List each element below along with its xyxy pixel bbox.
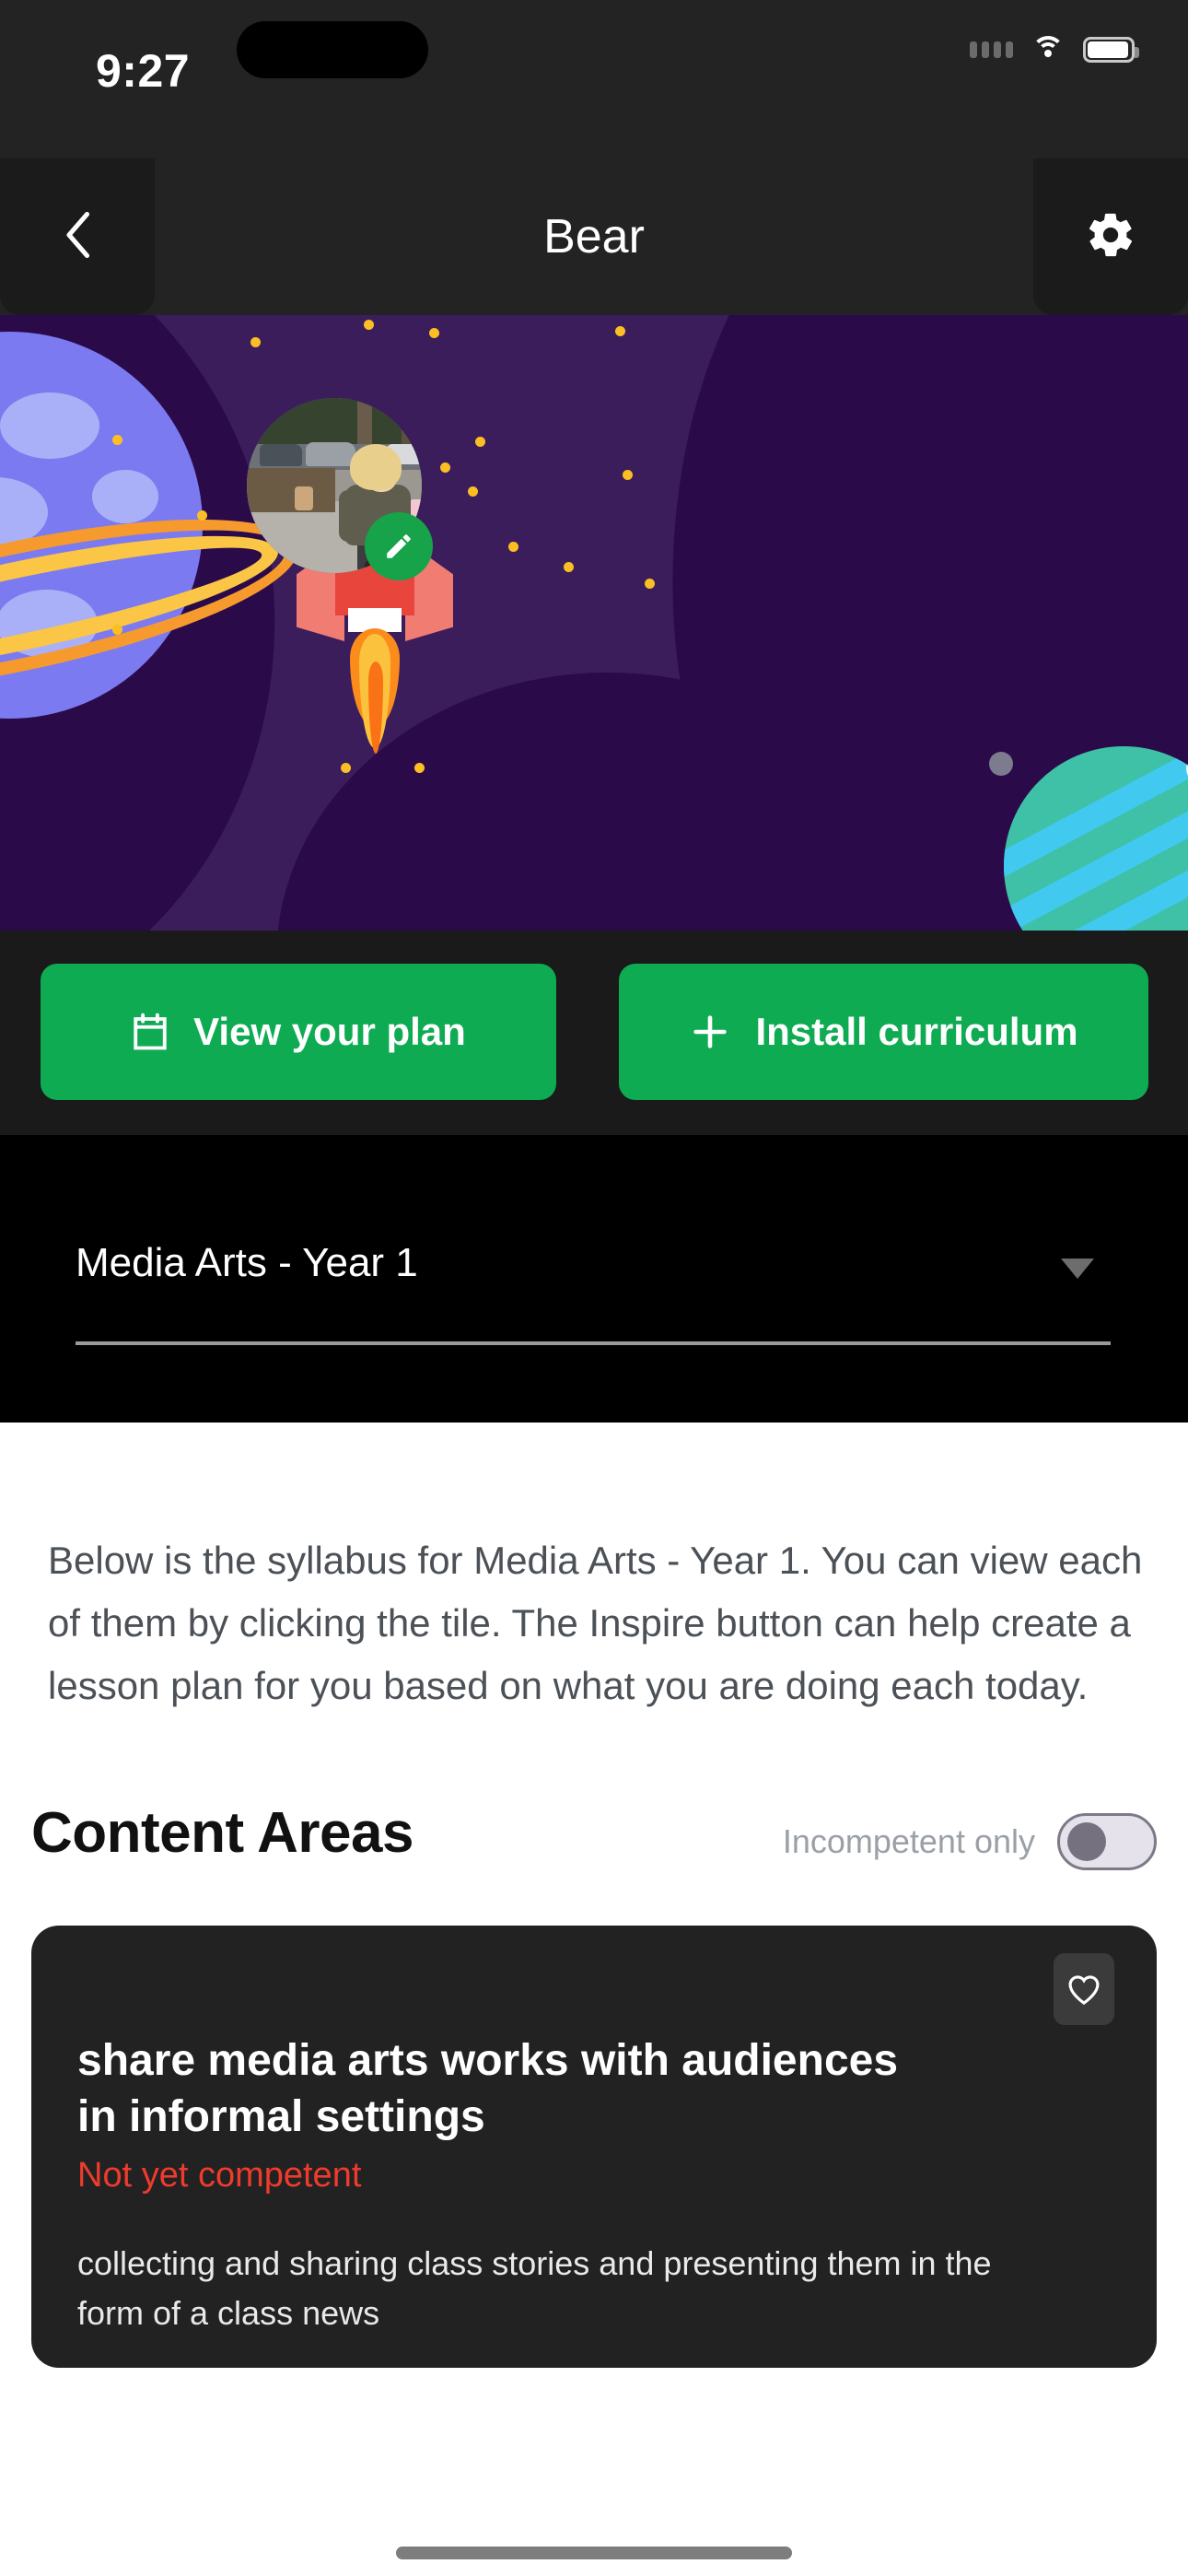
card-title: share media arts works with audiences in… bbox=[77, 2036, 899, 2142]
chevron-down-icon bbox=[1061, 1259, 1094, 1279]
course-select[interactable]: Media Arts - Year 1 bbox=[76, 1235, 1111, 1345]
status-bar: 9:27 bbox=[0, 0, 1188, 158]
plus-icon bbox=[693, 1015, 728, 1048]
edit-avatar-button[interactable] bbox=[365, 512, 433, 580]
main-content: Below is the syllabus for Media Arts - Y… bbox=[0, 1423, 1188, 2576]
view-plan-label: View your plan bbox=[193, 1010, 466, 1053]
section-header: Content Areas Incompetent only bbox=[31, 1800, 1157, 1885]
app-screen: 9:27 Bear View your plan Install curricu… bbox=[0, 0, 1188, 2576]
battery-icon bbox=[1083, 37, 1139, 63]
intro-paragraph: Below is the syllabus for Media Arts - Y… bbox=[48, 1539, 1143, 1708]
section-title: Content Areas bbox=[31, 1801, 413, 1865]
course-select-value: Media Arts - Year 1 bbox=[76, 1240, 418, 1285]
wifi-icon bbox=[1030, 36, 1066, 64]
pencil-icon bbox=[387, 534, 411, 558]
settings-button[interactable] bbox=[1033, 155, 1188, 315]
card-description: collecting and sharing class stories and… bbox=[77, 2244, 992, 2332]
home-indicator bbox=[396, 2547, 792, 2559]
heart-icon bbox=[1068, 1975, 1100, 2005]
content-area-card[interactable]: share media arts works with audiences in… bbox=[31, 1926, 1157, 2368]
status-badge: Not yet competent bbox=[77, 2156, 362, 2195]
gear-icon bbox=[1089, 213, 1133, 257]
course-select-section: Media Arts - Year 1 bbox=[0, 1135, 1188, 1423]
toggle-label: Incompetent only bbox=[782, 1822, 1035, 1860]
navigation-bar: Bear bbox=[0, 155, 1188, 315]
status-bar-indicators bbox=[970, 29, 1139, 70]
action-bar: View your plan Install curriculum bbox=[0, 931, 1188, 1135]
incompetent-only-toggle[interactable] bbox=[1057, 1813, 1157, 1870]
page-title: Bear bbox=[543, 210, 645, 263]
incompetent-only-filter[interactable]: Incompetent only bbox=[783, 1813, 1157, 1870]
toggle-knob bbox=[1067, 1822, 1106, 1861]
favorite-button[interactable] bbox=[1054, 1953, 1114, 2025]
moon-illustration bbox=[989, 752, 1013, 776]
signal-dots-icon bbox=[970, 41, 1013, 58]
view-plan-button[interactable]: View your plan bbox=[41, 964, 556, 1100]
calendar-icon bbox=[134, 1013, 167, 1050]
install-curriculum-label: Install curriculum bbox=[755, 1010, 1078, 1053]
hero-banner bbox=[0, 315, 1188, 931]
avatar-container bbox=[247, 398, 433, 580]
install-curriculum-button[interactable]: Install curriculum bbox=[619, 964, 1148, 1100]
dynamic-island bbox=[237, 21, 428, 78]
